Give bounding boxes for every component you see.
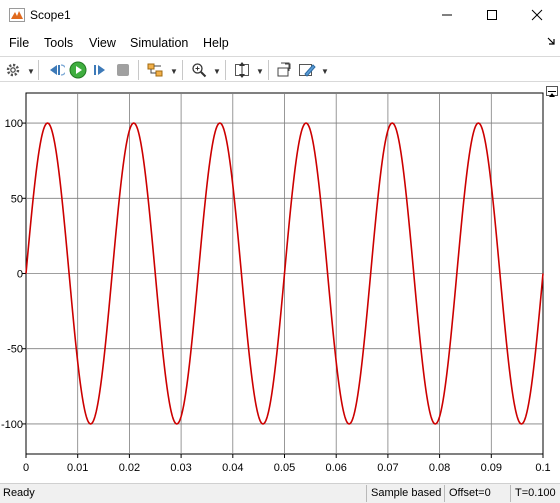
autoscale-button[interactable] xyxy=(231,59,253,81)
style-button[interactable] xyxy=(296,59,318,81)
window-title: Scope1 xyxy=(30,8,71,22)
settings-button[interactable] xyxy=(2,59,24,81)
step-back-icon xyxy=(50,64,65,76)
signal-selector-icon xyxy=(147,63,163,77)
status-offset: Offset=0 xyxy=(444,485,510,502)
scope-plot-area[interactable]: 0 0.01 0.02 0.03 0.04 0.05 0.06 0.07 0.08 0.09 0.1… xyxy=(0,83,560,483)
x-tick-label: 0.04 xyxy=(222,462,243,474)
menu-view[interactable]: View xyxy=(89,36,116,50)
toolbar-separator xyxy=(38,60,39,80)
toolbar-separator xyxy=(138,60,139,80)
status-bar: Ready Sample based Offset=0 T=0.100 xyxy=(0,483,560,503)
y-tick-label: 0 xyxy=(17,269,23,281)
autoscale-dropdown-arrow[interactable]: ▼ xyxy=(256,67,264,76)
stop-icon xyxy=(117,64,129,76)
x-tick-label: 0.08 xyxy=(429,462,450,474)
y-tick-label: -100 xyxy=(1,419,23,431)
minimize-button[interactable] xyxy=(424,0,470,30)
x-tick-label: 0.03 xyxy=(170,462,191,474)
settings-icon xyxy=(6,63,20,77)
menu-file[interactable]: File xyxy=(9,36,29,50)
scope-plot[interactable]: 0 0.01 0.02 0.03 0.04 0.05 0.06 0.07 0.08 0.09 0.1… xyxy=(0,83,560,483)
dock-arrow-icon xyxy=(548,91,556,97)
x-tick-label: 0.07 xyxy=(377,462,398,474)
minimize-icon xyxy=(442,14,452,16)
y-tick-label: 100 xyxy=(5,118,23,130)
undock-arrow-icon[interactable] xyxy=(546,36,556,46)
menu-help[interactable]: Help xyxy=(203,36,229,50)
restore-view-icon xyxy=(277,62,291,77)
status-time: T=0.100 xyxy=(510,485,560,502)
x-tick-label: 0 xyxy=(23,462,29,474)
toolbar: ▼ ▼ ▼ ▼ ▼ xyxy=(0,56,560,82)
close-button[interactable] xyxy=(514,0,560,30)
y-tick-label: -50 xyxy=(7,344,23,356)
maximize-icon xyxy=(487,10,497,20)
x-tick-label: 0.06 xyxy=(325,462,346,474)
x-tick-label: 0.05 xyxy=(274,462,295,474)
status-ready: Ready xyxy=(3,487,35,499)
menu-simulation[interactable]: Simulation xyxy=(130,36,188,50)
run-button[interactable] xyxy=(67,59,89,81)
toolbar-separator xyxy=(225,60,226,80)
step-back-button[interactable] xyxy=(45,59,67,81)
toolbar-separator xyxy=(182,60,183,80)
title-bar: Scope1 xyxy=(0,0,560,30)
settings-dropdown-arrow[interactable]: ▼ xyxy=(27,67,35,76)
zoom-in-icon xyxy=(192,63,207,78)
x-tick-label: 0.01 xyxy=(67,462,88,474)
autoscale-icon xyxy=(235,62,249,78)
y-tick-label: 50 xyxy=(11,193,23,205)
signal-dropdown-arrow[interactable]: ▼ xyxy=(170,67,178,76)
x-tick-label: 0.09 xyxy=(481,462,502,474)
toolbar-separator xyxy=(268,60,269,80)
x-tick-label: 0.1 xyxy=(535,462,550,474)
step-forward-icon xyxy=(94,65,105,75)
matlab-app-icon xyxy=(9,8,25,22)
status-sample-mode: Sample based xyxy=(366,485,444,502)
run-icon xyxy=(69,61,87,79)
maximize-button[interactable] xyxy=(469,0,515,30)
restore-view-button[interactable] xyxy=(273,59,295,81)
menu-bar: File Tools View Simulation Help xyxy=(0,32,560,54)
close-icon xyxy=(531,9,543,21)
dock-axes-button[interactable] xyxy=(546,86,558,97)
zoom-dropdown-arrow[interactable]: ▼ xyxy=(213,67,221,76)
step-forward-button[interactable] xyxy=(89,59,111,81)
style-icon xyxy=(299,64,316,77)
stop-button[interactable] xyxy=(112,59,134,81)
style-dropdown-arrow[interactable]: ▼ xyxy=(321,67,329,76)
x-tick-label: 0.02 xyxy=(119,462,140,474)
menu-tools[interactable]: Tools xyxy=(44,36,73,50)
zoom-in-button[interactable] xyxy=(188,59,210,81)
signal-selector-button[interactable] xyxy=(145,59,167,81)
